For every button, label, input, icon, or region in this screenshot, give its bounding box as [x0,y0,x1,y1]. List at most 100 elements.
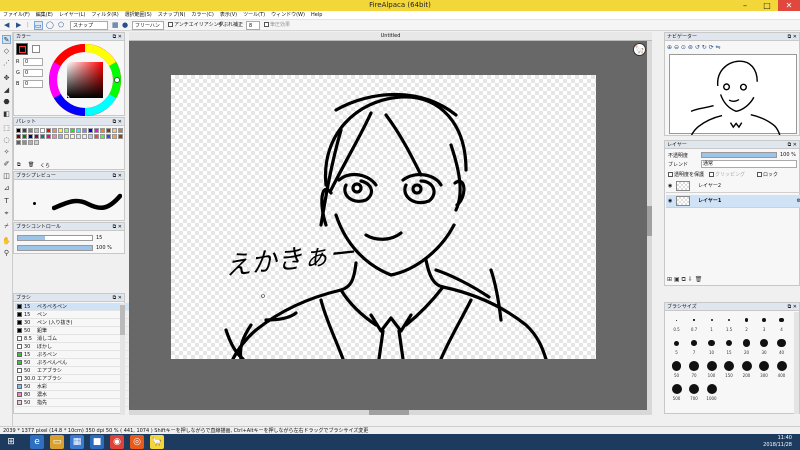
move-tool-icon[interactable]: ✥ [2,74,11,83]
zoom-fit-icon[interactable]: ⊙ [681,44,686,51]
palette-swatch[interactable] [58,134,63,139]
palette-swatch[interactable] [52,134,57,139]
layer-settings-gear-icon[interactable]: ⚙ [797,195,800,208]
brush-item-selected[interactable]: 15 ぺろぺろペン [15,303,132,311]
brush-size-option[interactable]: 0.7 [686,314,703,336]
palette-swatch[interactable] [22,134,27,139]
freehand-select[interactable]: フリーハンド [132,21,164,38]
navigator-preview[interactable] [669,54,797,136]
app-icon[interactable]: ■ [90,435,104,449]
sub-color-swatch[interactable] [32,45,40,53]
palette-swatch[interactable] [76,128,81,133]
brush-size-option[interactable]: 3 [756,314,773,336]
brush-size-option[interactable]: 100 [703,360,720,382]
brush-item[interactable]: 50 指先 [15,399,132,407]
palette-swatch[interactable] [88,128,93,133]
rotate-right-icon[interactable]: ↻ [702,44,707,51]
pen-pressure-checkbox[interactable]: 筆圧効果 [264,21,290,30]
panel-close-icon[interactable]: ⧉ ✕ [788,303,797,311]
brush-size-option[interactable]: 1000 [703,383,720,405]
brush-size-option[interactable]: 1.5 [721,314,738,336]
panel-close-icon[interactable]: ⧉ ✕ [788,141,797,149]
brush-item[interactable]: 50 エアブラシ [15,367,132,375]
brush-size-option[interactable]: 30 [756,337,773,359]
palette-swatch[interactable] [34,134,39,139]
select-tool-icon[interactable]: ⬚ [2,124,11,133]
bucket-tool-icon[interactable]: ⬣ [2,98,11,107]
brush-size-option[interactable]: 40 [773,337,790,359]
g-value-field[interactable]: 0 [23,69,43,77]
snap-select[interactable]: スナップ [70,21,108,30]
palette-swatch[interactable] [40,128,45,133]
zoom-actual-icon[interactable]: ⊚ [688,44,693,51]
b-value-field[interactable]: 0 [23,80,43,88]
palette-swatch[interactable] [100,134,105,139]
menu-view[interactable]: 表示(V) [217,11,240,20]
palette-swatch[interactable] [28,128,33,133]
firefox-icon[interactable]: ◎ [130,435,144,449]
brush-item[interactable]: 15 ぷろぺン [15,351,132,359]
menu-filter[interactable]: フィルタ(R) [88,11,121,20]
windows-start-icon[interactable]: ⊞ [4,435,18,449]
new-layer-icon[interactable]: ⊞ [667,276,672,283]
brush-size-option[interactable]: 50 [668,360,685,382]
zoom-in-icon[interactable]: ⊕ [667,44,672,51]
panel-close-icon[interactable]: ⧉ ✕ [113,294,122,302]
brush-item[interactable]: 15 ペン [15,311,132,319]
menu-snap[interactable]: スナップ(N) [155,11,189,20]
brush-item[interactable]: 8.5 消しゴム [15,335,132,343]
magic-wand-tool-icon[interactable]: ✧ [2,148,11,157]
palette-swatch[interactable] [64,134,69,139]
brush-size-option[interactable]: 5 [668,337,685,359]
brush-item[interactable]: 50 ぷろぺんぺん [15,359,132,367]
maximize-button[interactable]: □ [756,0,778,11]
brush-size-option[interactable]: 1 [703,314,720,336]
redo-icon[interactable]: ▶ [16,21,21,30]
new-folder-icon[interactable]: ▣ [674,276,680,283]
operation-tool-icon[interactable]: ⌖ [2,209,11,218]
palette-swatch[interactable] [16,134,21,139]
palette-swatch[interactable] [112,128,117,133]
layer-opacity-slider[interactable] [701,152,777,158]
menu-layer[interactable]: レイヤー(L) [56,11,89,20]
panel-close-icon[interactable]: ⧉ ✕ [113,118,122,126]
brush-opacity-slider[interactable] [17,245,93,251]
lock-checkbox[interactable]: ロック [757,171,778,178]
eraser-tool-icon[interactable]: ◇ [2,47,11,56]
r-value-field[interactable]: 0 [23,58,43,66]
protect-alpha-checkbox[interactable]: 透明度を保護 [668,171,704,178]
brush-item[interactable]: 50 水彩 [15,383,132,391]
brush-size-option[interactable]: 70 [686,360,703,382]
brush-size-option[interactable]: 15 [721,337,738,359]
canvas-vertical-scrollbar[interactable] [647,41,652,415]
menu-help[interactable]: Help [308,11,325,20]
brush-list-scrollbar[interactable] [120,303,125,415]
chrome-icon[interactable]: ◉ [110,435,124,449]
palette-swatch[interactable] [70,134,75,139]
snap-off-icon[interactable]: ▦ [112,21,119,30]
brush-item[interactable]: 30 ペン (入り抜き) [15,319,132,327]
palette-add-icon[interactable]: ⧉ [17,162,21,168]
brush-size-option[interactable]: 4 [773,314,790,336]
palette-swatch[interactable] [40,134,45,139]
blend-mode-select[interactable]: 通常 [701,160,797,168]
fill-tool-icon[interactable]: ◢ [2,86,11,95]
palette-swatch[interactable] [100,128,105,133]
delete-layer-icon[interactable]: 🗑 [695,276,703,283]
duplicate-layer-icon[interactable]: ⧉ [682,276,686,283]
palette-swatch[interactable] [88,134,93,139]
brush-item[interactable]: 30.0 エアブラシ [15,375,132,383]
palette-swatch[interactable] [58,128,63,133]
undo-icon[interactable]: ◀ [4,21,9,30]
palette-trash-icon[interactable]: 🗑 [28,162,34,168]
brush-size-option[interactable]: 500 [668,383,685,405]
panel-close-icon[interactable]: ⧉ ✕ [113,223,122,231]
brush-size-option[interactable]: 0.5 [668,314,685,336]
flip-icon[interactable]: ⇋ [716,44,721,51]
palette-swatch[interactable] [64,128,69,133]
palette-swatch[interactable] [76,134,81,139]
palette-swatch[interactable] [106,128,111,133]
zoom-out-icon[interactable]: ⊖ [674,44,679,51]
text-tool-icon[interactable]: T [2,197,11,206]
gradient-tool-icon[interactable]: ◧ [2,110,11,119]
